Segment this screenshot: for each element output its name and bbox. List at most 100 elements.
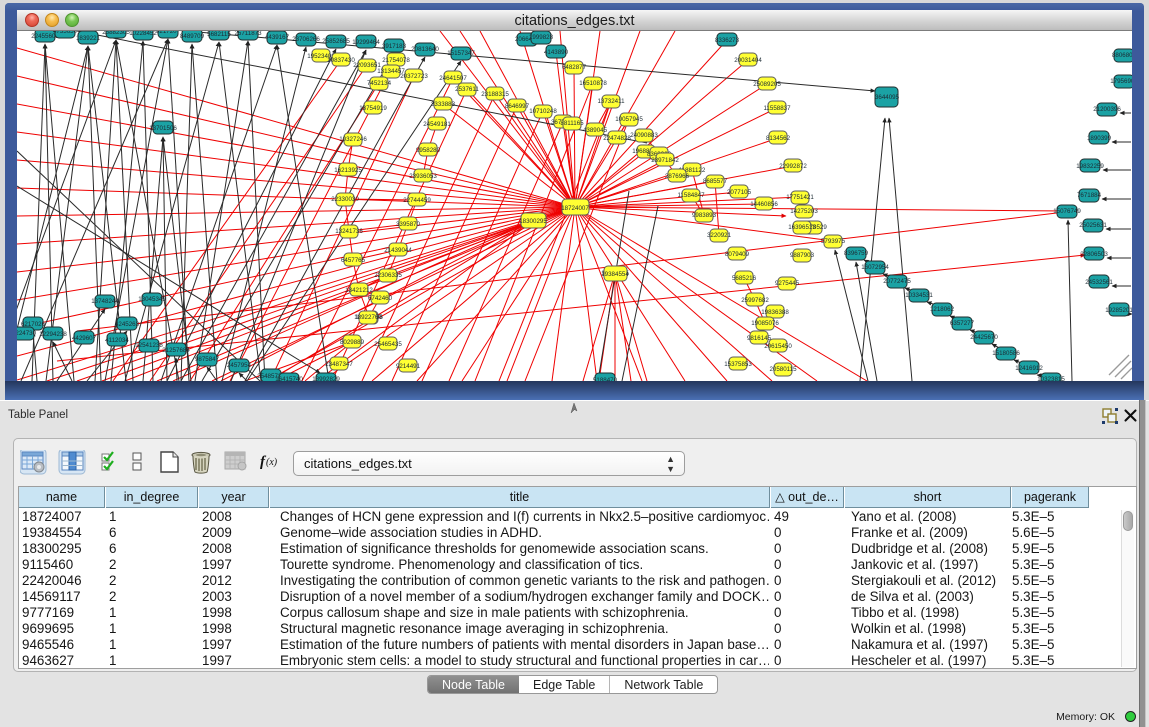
svg-text:13748244: 13748244 xyxy=(91,298,119,305)
svg-text:21200396: 21200396 xyxy=(1093,106,1121,113)
svg-text:2077105: 2077105 xyxy=(727,189,752,196)
svg-text:1839221: 1839221 xyxy=(76,35,101,42)
svg-text:10710248: 10710248 xyxy=(529,108,557,115)
svg-text:8685577: 8685577 xyxy=(703,178,728,185)
svg-text:20772475: 20772475 xyxy=(883,278,911,285)
svg-text:8489709: 8489709 xyxy=(180,33,205,40)
svg-text:19085076: 19085076 xyxy=(751,320,779,327)
svg-text:5188470: 5188470 xyxy=(593,377,618,381)
svg-text:6357277: 6357277 xyxy=(950,320,975,327)
svg-text:20031404: 20031404 xyxy=(734,57,762,64)
svg-text:24641507: 24641507 xyxy=(439,75,467,82)
svg-text:1999828: 1999828 xyxy=(529,34,554,41)
svg-text:16415740: 16415740 xyxy=(275,376,303,381)
svg-text:5793975: 5793975 xyxy=(821,238,846,245)
svg-text:(x): (x) xyxy=(266,457,278,468)
svg-text:22306335: 22306335 xyxy=(374,272,402,279)
svg-text:9887903: 9887903 xyxy=(790,252,815,259)
svg-text:18922760: 18922760 xyxy=(354,314,382,321)
svg-text:15180586: 15180586 xyxy=(992,350,1020,357)
svg-text:16510878: 16510878 xyxy=(579,80,607,87)
svg-text:19384554: 19384554 xyxy=(601,271,629,278)
svg-text:16213925: 16213925 xyxy=(334,167,362,174)
svg-text:6482877: 6482877 xyxy=(562,64,587,71)
svg-text:1218062: 1218062 xyxy=(930,306,955,313)
svg-text:25997682: 25997682 xyxy=(741,297,769,304)
svg-text:8811165: 8811165 xyxy=(560,120,584,127)
svg-text:16072954: 16072954 xyxy=(861,264,889,271)
svg-text:19285201: 19285201 xyxy=(1105,307,1132,314)
svg-text:18300295: 18300295 xyxy=(519,218,547,225)
svg-text:19299464: 19299464 xyxy=(352,39,380,46)
svg-text:10057945: 10057945 xyxy=(615,116,643,123)
svg-text:25465435: 25465435 xyxy=(374,341,402,348)
svg-text:25882305: 25882305 xyxy=(102,31,130,36)
svg-text:24549181: 24549181 xyxy=(423,121,451,128)
svg-text:10323815: 10323815 xyxy=(1037,376,1065,381)
svg-text:6457765: 6457765 xyxy=(341,257,366,264)
svg-text:4429607: 4429607 xyxy=(72,335,97,342)
svg-text:9214491: 9214491 xyxy=(396,363,421,370)
svg-text:8029889: 8029889 xyxy=(340,339,365,346)
svg-text:12416912: 12416912 xyxy=(1015,365,1043,372)
svg-text:3917183: 3917183 xyxy=(382,43,407,50)
svg-text:22330030: 22330030 xyxy=(331,196,359,203)
svg-text:8396759: 8396759 xyxy=(844,250,869,257)
svg-text:19836388: 19836388 xyxy=(761,309,789,316)
svg-text:9275445: 9275445 xyxy=(775,280,800,287)
svg-text:8134562: 8134562 xyxy=(766,135,791,142)
svg-text:8806804: 8806804 xyxy=(1112,52,1132,59)
svg-text:4439167: 4439167 xyxy=(265,34,290,41)
svg-text:10837430: 10837430 xyxy=(327,57,355,64)
svg-text:13241736: 13241736 xyxy=(335,228,363,235)
svg-text:12294238: 12294238 xyxy=(39,331,67,338)
svg-text:3395870: 3395870 xyxy=(396,221,421,228)
svg-text:1890399: 1890399 xyxy=(1087,135,1112,142)
svg-text:9983893: 9983893 xyxy=(692,212,717,219)
svg-text:16396513: 16396513 xyxy=(788,224,816,231)
svg-text:15375853: 15375853 xyxy=(724,361,752,368)
svg-text:25025631: 25025631 xyxy=(1079,222,1107,229)
svg-text:11558837: 11558837 xyxy=(763,105,791,112)
svg-text:4143890: 4143890 xyxy=(544,49,569,56)
svg-text:9816145: 9816145 xyxy=(747,335,772,342)
svg-text:2537611: 2537611 xyxy=(455,86,479,93)
svg-text:20615450: 20615450 xyxy=(764,343,792,350)
svg-text:13701506: 13701506 xyxy=(149,125,177,132)
svg-text:4245263: 4245263 xyxy=(115,321,140,328)
svg-text:10334531: 10334531 xyxy=(905,292,933,299)
svg-text:18724007: 18724007 xyxy=(561,205,589,212)
svg-text:4735650: 4735650 xyxy=(53,31,78,35)
svg-text:20580115: 20580115 xyxy=(769,366,797,373)
svg-text:23936053: 23936053 xyxy=(409,173,437,180)
svg-text:8646997: 8646997 xyxy=(505,103,530,110)
svg-text:13754919: 13754919 xyxy=(359,105,387,112)
svg-text:7671884: 7671884 xyxy=(1077,192,1102,199)
svg-text:23188315: 23188315 xyxy=(481,91,509,98)
svg-text:13732411: 13732411 xyxy=(597,98,625,105)
svg-text:22744459: 22744459 xyxy=(403,197,431,204)
svg-text:12541238: 12541238 xyxy=(135,342,163,349)
svg-text:9875847: 9875847 xyxy=(195,356,220,363)
svg-text:23487347: 23487347 xyxy=(325,361,353,368)
svg-text:2876966: 2876966 xyxy=(665,173,690,180)
svg-text:17751421: 17751421 xyxy=(786,194,814,201)
svg-text:11584847: 11584847 xyxy=(677,192,705,199)
svg-text:4389045: 4389045 xyxy=(583,127,608,134)
svg-text:4112034: 4112034 xyxy=(105,337,129,344)
svg-text:23706266: 23706266 xyxy=(292,36,320,43)
svg-text:15157347: 15157347 xyxy=(447,50,475,57)
svg-text:8079409: 8079409 xyxy=(725,251,750,258)
svg-text:22806503: 22806503 xyxy=(1080,251,1108,258)
svg-text:2457954: 2457954 xyxy=(227,362,252,369)
svg-text:21439044: 21439044 xyxy=(384,247,412,254)
svg-text:8224730: 8224730 xyxy=(17,330,37,337)
svg-text:10327246: 10327246 xyxy=(339,136,367,143)
svg-text:21257684: 21257684 xyxy=(162,347,190,354)
svg-text:15076749: 15076749 xyxy=(1053,208,1081,215)
svg-text:10228452: 10228452 xyxy=(129,31,157,37)
svg-text:5685216: 5685216 xyxy=(732,275,757,282)
svg-text:24090883: 24090883 xyxy=(630,132,658,139)
svg-text:22474828: 22474828 xyxy=(603,135,631,142)
svg-text:19832259: 19832259 xyxy=(1076,163,1104,170)
